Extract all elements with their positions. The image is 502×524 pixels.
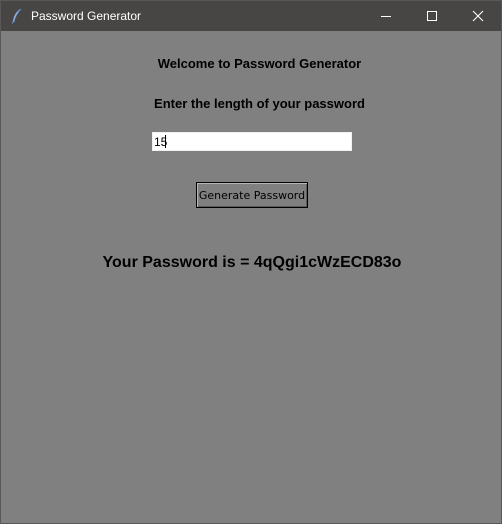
app-window: Password Generator Welcome to Password G… [0, 0, 502, 524]
feather-icon [11, 8, 23, 24]
text-caret [165, 135, 166, 148]
maximize-icon [427, 11, 437, 21]
password-length-input[interactable] [152, 132, 352, 151]
generate-password-button[interactable]: Generate Password [196, 182, 308, 208]
close-icon [472, 10, 484, 22]
length-prompt-label: Enter the length of your password [154, 96, 365, 111]
password-result-label: Your Password is = 4qQgi1cWzECD83o [102, 254, 402, 271]
title-bar[interactable]: Password Generator [1, 1, 501, 31]
main-content: Welcome to Password Generator Enter the … [1, 31, 501, 523]
minimize-button[interactable] [363, 1, 409, 31]
minimize-icon [381, 16, 391, 17]
close-button[interactable] [455, 1, 501, 31]
window-title: Password Generator [31, 9, 142, 23]
maximize-button[interactable] [409, 1, 455, 31]
welcome-label: Welcome to Password Generator [157, 56, 362, 71]
